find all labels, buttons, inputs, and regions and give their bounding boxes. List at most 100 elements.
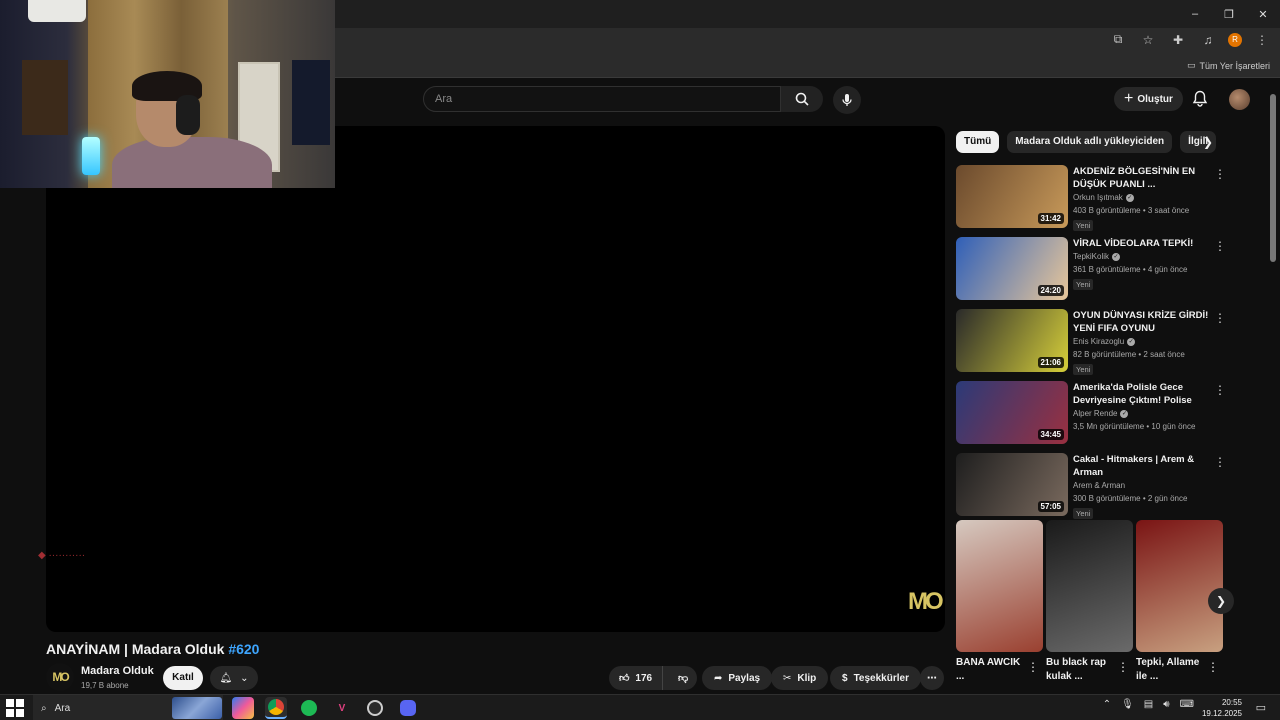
tray-mic-icon[interactable]: 🎙︎: [1121, 699, 1134, 710]
obs-icon[interactable]: [364, 697, 386, 719]
recommendation-item[interactable]: 34:45 Amerika'da Polisle Gece Devriyesin…: [956, 381, 1226, 450]
more-vertical-icon[interactable]: ⋮: [1214, 167, 1226, 181]
chip-from-uploader[interactable]: Madara Olduk adlı yükleyiciden: [1007, 131, 1173, 153]
discord-icon[interactable]: [397, 697, 419, 719]
more-vertical-icon[interactable]: ⋮: [1214, 239, 1226, 253]
recommendation-item[interactable]: 31:42 AKDENİZ BÖLGESİ'NİN EN DÜŞÜK PUANL…: [956, 165, 1226, 234]
recommendation-title[interactable]: Cakal - Hitmakers | Arem & Arman: [1073, 453, 1209, 479]
more-actions-button[interactable]: ⋯: [920, 666, 944, 690]
recommendation-item[interactable]: 57:05 Cakal - Hitmakers | Arem & Arman A…: [956, 453, 1226, 522]
profile-avatar[interactable]: R: [1228, 32, 1242, 47]
create-label: Oluştur: [1137, 93, 1173, 105]
recommendation-channel-name: TepkiKolik: [1073, 252, 1110, 261]
short-title[interactable]: BANA AWCIK ...: [956, 656, 1026, 684]
spotify-icon[interactable]: [298, 697, 320, 719]
tray-chevron-up-icon[interactable]: ⌃: [1103, 699, 1111, 710]
short-thumbnail[interactable]: [956, 520, 1043, 652]
windows-start-icon[interactable]: [6, 699, 24, 717]
minimize-button[interactable]: –: [1178, 0, 1212, 28]
filter-chips: Tümü Madara Olduk adlı yükleyiciden İlgi…: [956, 131, 1217, 153]
more-vertical-icon[interactable]: ⋮: [1214, 311, 1226, 325]
more-vertical-icon[interactable]: ⋮: [1207, 660, 1219, 674]
more-horizontal-icon: ⋯: [927, 672, 937, 684]
chrome-icon[interactable]: [265, 697, 287, 719]
page-scrollbar[interactable]: [1270, 90, 1276, 690]
share-button[interactable]: ➦ Paylaş: [702, 666, 773, 690]
tray-language-icon[interactable]: ⌨: [1180, 699, 1194, 710]
recommendation-item[interactable]: 24:20 VİRAL VİDEOLARA TEPKİ! TepkiKolik ✓…: [956, 237, 1226, 306]
join-button[interactable]: Katıl: [163, 666, 203, 690]
recommendation-thumbnail[interactable]: 34:45: [956, 381, 1068, 444]
chip-all[interactable]: Tümü: [956, 131, 1000, 153]
bookmark-star-icon[interactable]: ☆: [1138, 33, 1158, 47]
webcam-overlay: [0, 0, 335, 188]
search-input[interactable]: Ara: [423, 86, 781, 112]
recommendation-thumbnail[interactable]: 24:20: [956, 237, 1068, 300]
shorts-next-chevron-icon[interactable]: ❯: [1208, 588, 1234, 614]
tray-network-icon[interactable]: ▤: [1144, 699, 1153, 710]
clip-button[interactable]: ✂ Klip: [771, 666, 829, 690]
cast-icon[interactable]: ⧉: [1108, 32, 1128, 47]
more-vertical-icon[interactable]: ⋮: [1027, 660, 1039, 674]
scrollbar-thumb[interactable]: [1270, 94, 1276, 262]
recommendation-meta: 361 B görüntüleme • 4 gün önce: [1073, 265, 1188, 274]
short-thumbnail[interactable]: [1046, 520, 1133, 652]
short-item[interactable]: BANA AWCIK ... ⋮: [956, 520, 1043, 684]
recommendation-title[interactable]: AKDENİZ BÖLGESİ'NİN EN DÜŞÜK PUANLI ...: [1073, 165, 1209, 191]
notifications-bell-icon[interactable]: [1192, 90, 1208, 107]
recommendation-channel: Arem & Arman: [1073, 481, 1209, 490]
search-icon: [795, 92, 809, 106]
recommendation-info: VİRAL VİDEOLARA TEPKİ! TepkiKolik ✓ 361 B…: [1073, 237, 1209, 292]
subscription-notifications-button[interactable]: 🔔︎ ⌄: [210, 666, 258, 690]
taskbar-clock[interactable]: 20:55 19.12.2025: [1202, 697, 1242, 719]
recommendation-channel-name: Arem & Arman: [1073, 481, 1126, 490]
more-vertical-icon[interactable]: ⋮: [1214, 383, 1226, 397]
recommendation-meta: 300 B görüntüleme • 2 gün önce: [1073, 494, 1188, 503]
video-title-text: ANAYİNAM | Madara Olduk: [46, 641, 225, 657]
shorts-shelf: BANA AWCIK ... ⋮ Bu black rap kulak ... …: [956, 520, 1226, 700]
short-title[interactable]: Bu black rap kulak ...: [1046, 656, 1116, 684]
short-thumbnail[interactable]: [1136, 520, 1223, 652]
recommendation-info: Cakal - Hitmakers | Arem & Arman Arem & …: [1073, 453, 1209, 521]
search-button[interactable]: [781, 86, 823, 112]
recommendation-thumbnail[interactable]: 21:06: [956, 309, 1068, 372]
short-title[interactable]: Tepki, Allame ile ...: [1136, 656, 1206, 684]
thanks-label: Teşekkürler: [853, 672, 909, 684]
video-player[interactable]: [46, 126, 945, 632]
voice-search-button[interactable]: [833, 86, 861, 114]
recommendation-item[interactable]: 21:06 OYUN DÜNYASI KRİZE GİRDİ! YENİ FIF…: [956, 309, 1226, 378]
dislike-button[interactable]: 👎︎: [669, 666, 697, 690]
verified-check-icon: ✓: [1127, 337, 1136, 346]
webcam-poster-right: [292, 60, 330, 145]
extensions-icon[interactable]: ✚: [1168, 33, 1188, 47]
video-title-hashtag[interactable]: #620: [228, 641, 259, 657]
media-control-icon[interactable]: ♫: [1198, 33, 1218, 47]
notification-center-icon[interactable]: ▭: [1256, 701, 1266, 714]
tray-volume-icon[interactable]: 🔊︎: [1163, 699, 1169, 710]
recommendation-title[interactable]: VİRAL VİDEOLARA TEPKİ!: [1073, 237, 1209, 250]
restore-button[interactable]: ❐: [1212, 0, 1246, 28]
recommendation-thumbnail[interactable]: 57:05: [956, 453, 1068, 516]
chips-next-chevron-icon[interactable]: ❯: [1198, 131, 1218, 153]
recommendation-thumbnail[interactable]: 31:42: [956, 165, 1068, 228]
channel-name[interactable]: Madara Olduk: [81, 665, 154, 677]
search-highlight-image[interactable]: [172, 697, 222, 719]
more-vertical-icon[interactable]: ⋮: [1117, 660, 1129, 674]
copilot-icon[interactable]: [232, 697, 254, 719]
more-vertical-icon[interactable]: ⋮: [1214, 455, 1226, 469]
thanks-button[interactable]: $ Teşekkürler: [830, 666, 921, 690]
recommendation-title[interactable]: OYUN DÜNYASI KRİZE GİRDİ! YENİ FIFA OYUN…: [1073, 309, 1209, 335]
account-avatar[interactable]: [1229, 89, 1250, 110]
recommendation-title[interactable]: Amerika'da Polisle Gece Devriyesine Çıkt…: [1073, 381, 1209, 407]
editor-app-icon[interactable]: V: [331, 697, 353, 719]
like-button[interactable]: 👍︎ 176: [609, 666, 664, 690]
create-button[interactable]: + Oluştur: [1114, 87, 1183, 111]
close-button[interactable]: ✕: [1246, 0, 1280, 28]
all-bookmarks-button[interactable]: ▭ Tüm Yer İşaretleri: [1187, 60, 1270, 71]
short-item[interactable]: Bu black rap kulak ... ⋮: [1046, 520, 1133, 684]
browser-menu-icon[interactable]: ⋮: [1252, 33, 1272, 47]
channel-avatar[interactable]: MO: [46, 663, 74, 691]
verified-check-icon: ✓: [1120, 409, 1129, 418]
microphone-icon: [842, 94, 852, 106]
webcam-headset: [176, 95, 200, 135]
